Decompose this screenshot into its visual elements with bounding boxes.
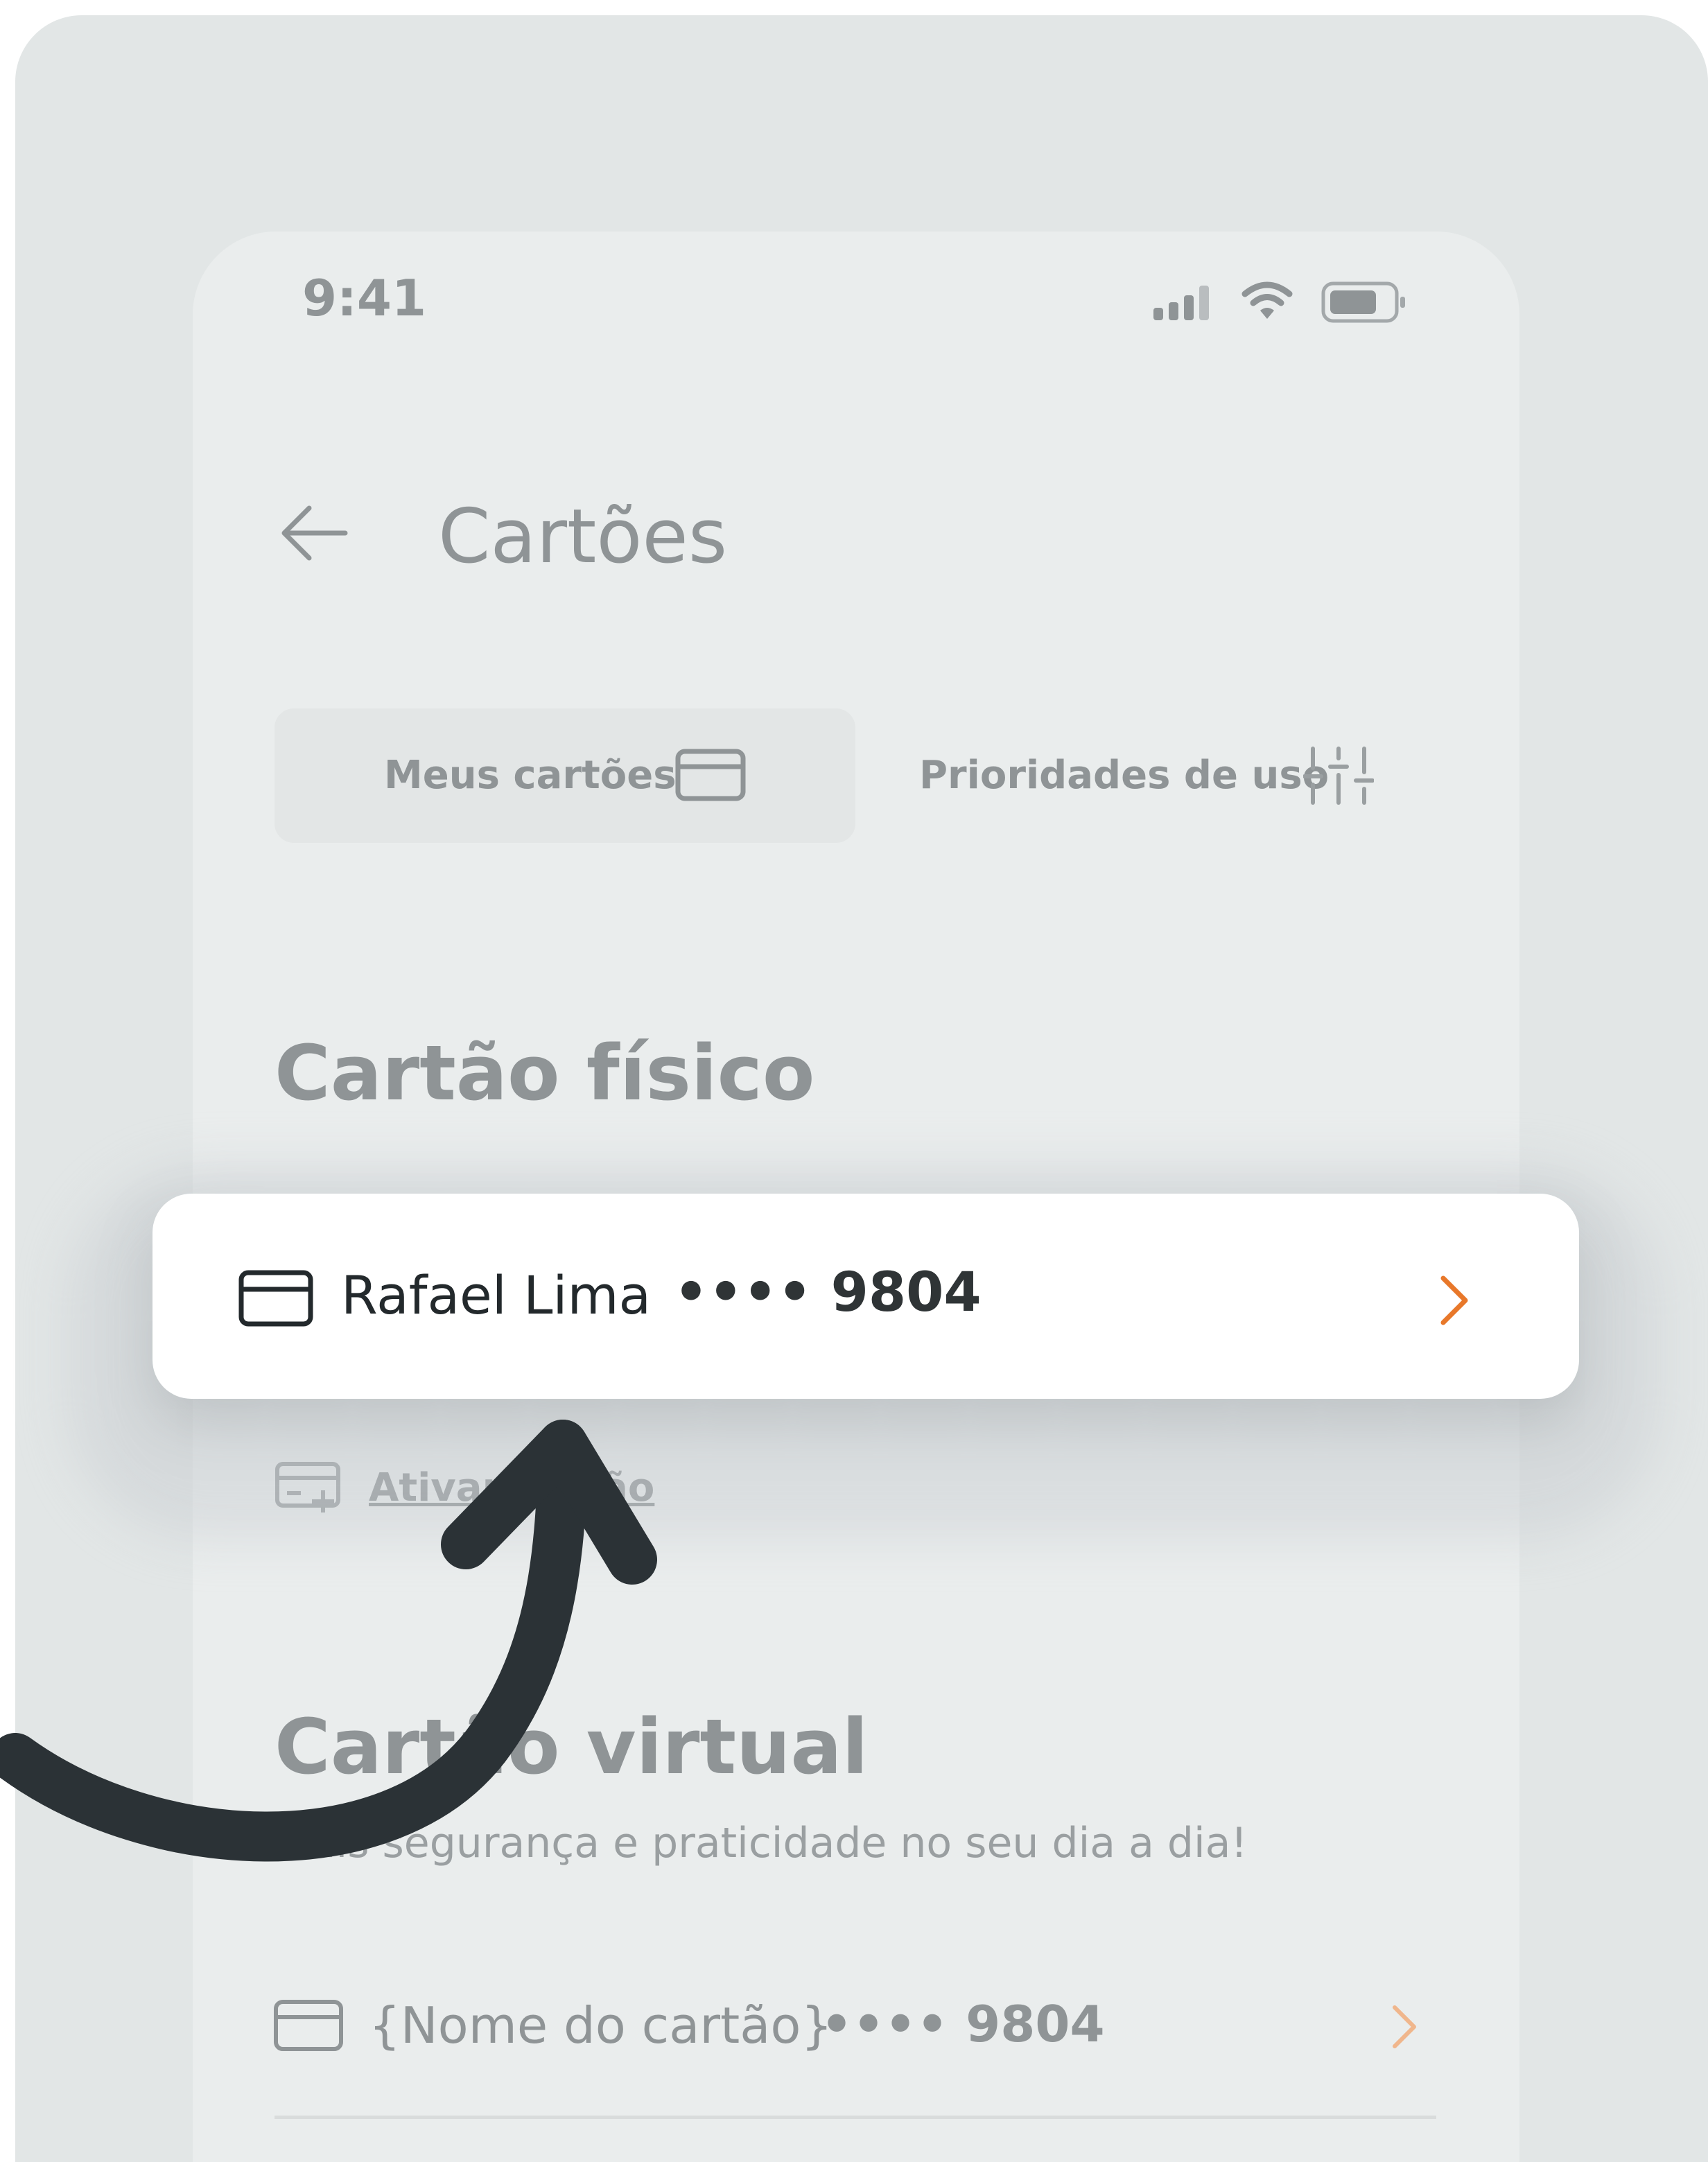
section-title-physical-card: Cartão físico xyxy=(274,1029,815,1117)
tab-priorities-label[interactable]: Prioridades de uso xyxy=(919,753,1329,798)
cellular-signal-icon xyxy=(1152,283,1216,322)
virtual-card-subtitle: Mais segurança e praticidade no seu dia … xyxy=(274,1819,1248,1867)
virtual-card-masked-number: •••• 9804 xyxy=(821,1995,1105,2053)
battery-icon xyxy=(1321,281,1407,323)
virtual-card-divider xyxy=(274,2116,1436,2119)
status-time: 9:41 xyxy=(302,269,427,327)
card-masked-number: •••• 9804 xyxy=(674,1262,982,1324)
section-title-virtual-card: Cartão virtual xyxy=(274,1702,869,1791)
tab-my-cards-label: Meus cartões xyxy=(384,753,677,798)
credit-card-icon xyxy=(273,1999,344,2052)
credit-card-icon xyxy=(675,749,746,801)
sliders-icon[interactable] xyxy=(1303,744,1374,807)
credit-card-icon xyxy=(238,1270,313,1327)
chevron-right-icon[interactable] xyxy=(1438,1274,1472,1327)
chevron-right-icon[interactable] xyxy=(1389,2003,1421,2050)
page-title: Cartões xyxy=(438,494,728,580)
back-arrow-icon[interactable] xyxy=(279,502,348,564)
virtual-card-name: {Nome do cartão} xyxy=(369,1996,833,2055)
wifi-icon xyxy=(1241,280,1293,322)
card-holder-name: Rafael Lima xyxy=(341,1264,652,1326)
